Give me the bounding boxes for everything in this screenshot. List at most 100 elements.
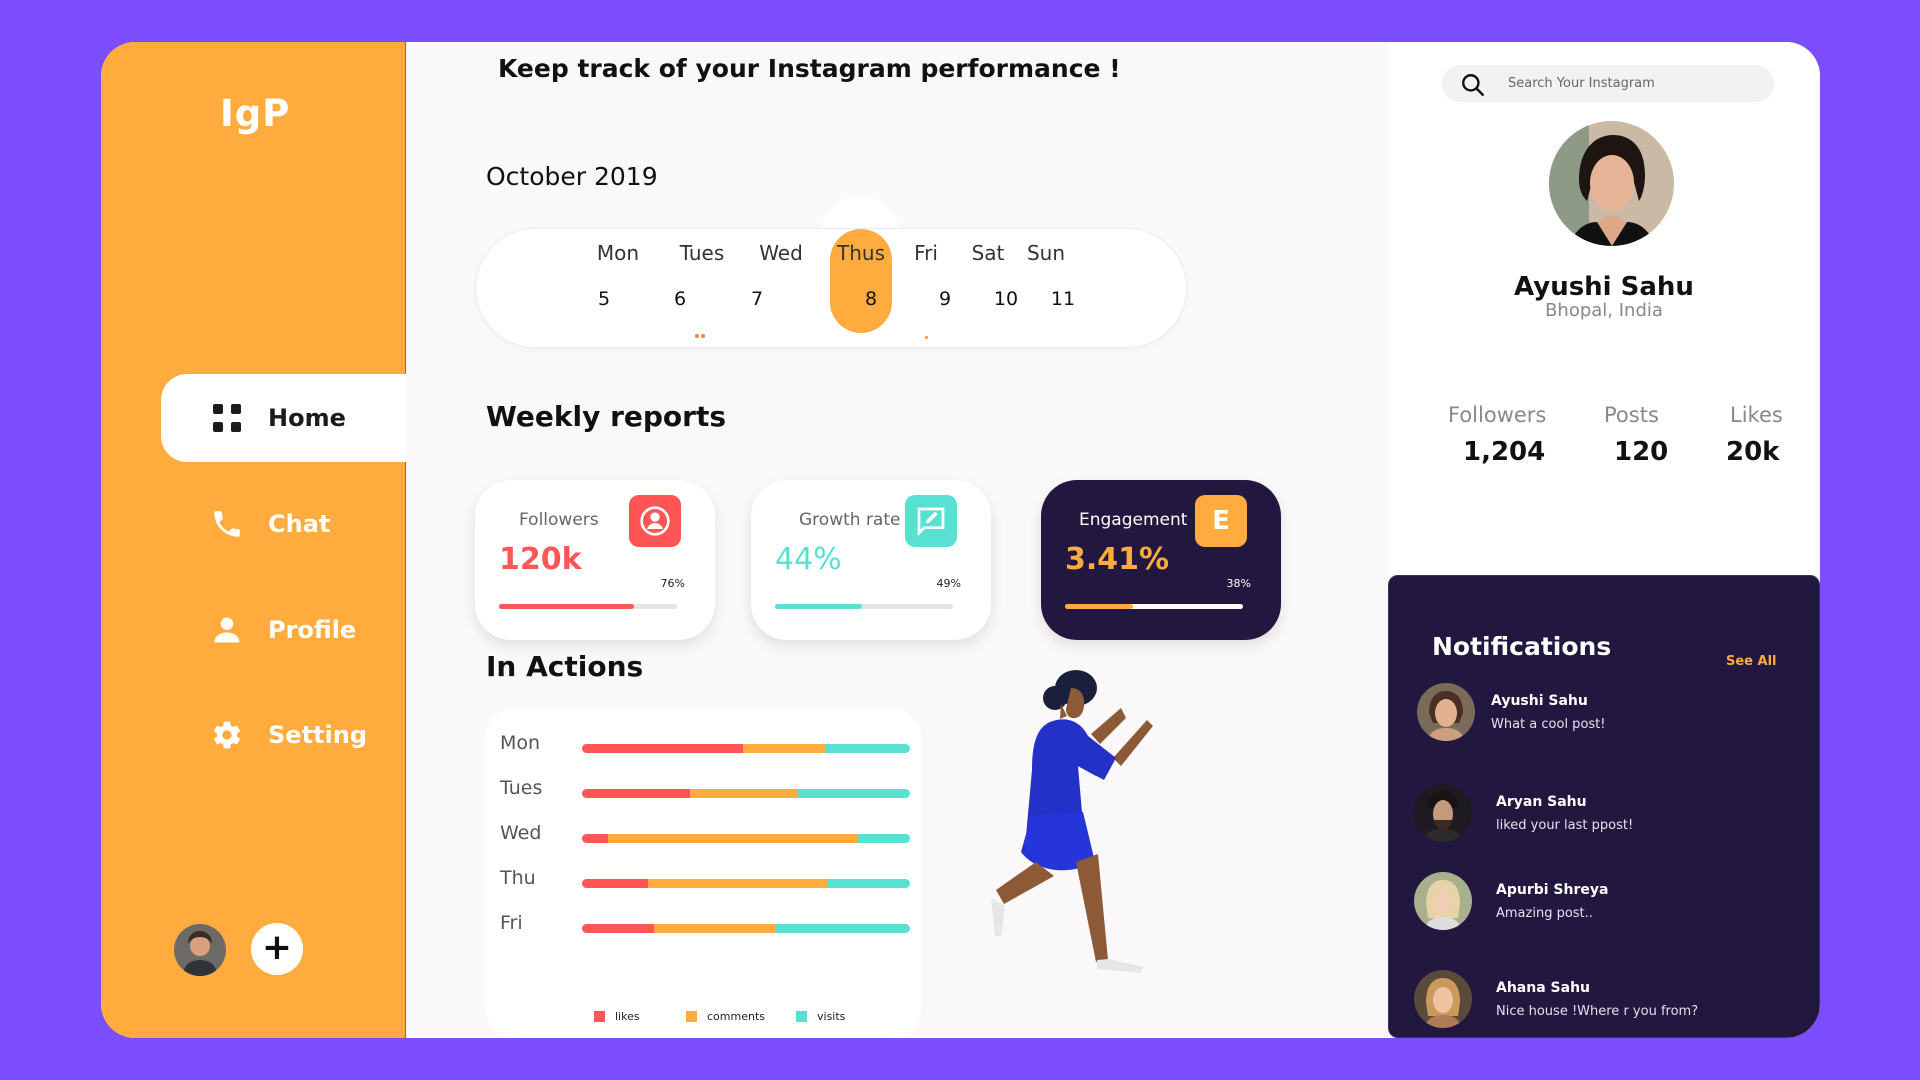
action-bar xyxy=(582,744,910,753)
day-number[interactable]: 8 xyxy=(851,288,891,310)
bar-segment-visits xyxy=(824,744,910,753)
day-number[interactable]: 9 xyxy=(925,288,965,310)
card-percent: 38% xyxy=(1226,577,1251,590)
followers-card[interactable]: Followers 120k 76% xyxy=(475,480,715,640)
engagement-letter-icon: E xyxy=(1195,495,1247,547)
bar-segment-likes xyxy=(582,924,655,933)
in-actions-title: In Actions xyxy=(486,650,644,683)
card-percent: 76% xyxy=(660,577,685,590)
sidebar-item-label: Home xyxy=(268,404,346,432)
bar-segment-comments xyxy=(742,744,825,753)
sidebar-item-setting[interactable]: Setting xyxy=(161,691,406,779)
stat-value-posts: 120 xyxy=(1614,437,1669,467)
legend-comments: comments xyxy=(686,1010,765,1023)
action-day-label: Tues xyxy=(500,777,543,799)
profile-photo[interactable] xyxy=(1549,121,1674,246)
progress-track xyxy=(499,604,677,609)
sidebar-item-label: Chat xyxy=(268,510,331,538)
profile-panel: Ayushi Sahu Bhopal, India Followers 1,20… xyxy=(1388,42,1820,1038)
sidebar: IgP Home Chat Profile Setting + xyxy=(101,42,406,1038)
day-label[interactable]: Mon xyxy=(583,241,653,265)
progress-fill xyxy=(499,604,635,609)
gear-icon xyxy=(209,717,245,753)
notification-item[interactable]: Ahana Sahu Nice house !Where r you from? xyxy=(1414,970,1814,1030)
app-logo[interactable]: IgP xyxy=(220,92,290,135)
stat-value-followers: 1,204 xyxy=(1463,437,1546,467)
progress-fill xyxy=(1065,604,1133,609)
search-input[interactable] xyxy=(1508,70,1758,97)
in-actions-chart: Mon Tues Wed Thu Fri likes comments visits xyxy=(486,708,921,1038)
user-badge-icon xyxy=(629,495,681,547)
sidebar-item-profile[interactable]: Profile xyxy=(161,586,406,674)
bar-segment-comments xyxy=(690,789,799,798)
notification-message: liked your last ppost! xyxy=(1496,818,1634,833)
see-all-link[interactable]: See All xyxy=(1726,654,1777,669)
progress-fill xyxy=(775,604,863,609)
notification-name: Ayushi Sahu xyxy=(1491,693,1588,709)
stat-label-posts: Posts xyxy=(1604,403,1659,427)
card-value: 120k xyxy=(499,542,582,577)
sidebar-item-label: Profile xyxy=(268,616,357,644)
avatar xyxy=(1417,683,1475,741)
day-label[interactable]: Thus xyxy=(826,241,896,265)
bar-segment-comments xyxy=(654,924,776,933)
bar-segment-visits xyxy=(775,924,910,933)
legend-label: likes xyxy=(615,1010,640,1023)
action-day-label: Fri xyxy=(500,912,523,934)
bar-segment-visits xyxy=(827,879,910,888)
user-icon xyxy=(209,612,245,648)
legend-swatch xyxy=(686,1011,697,1022)
day-label[interactable]: Sun xyxy=(1011,241,1081,265)
notification-item[interactable]: Apurbi Shreya Amazing post.. xyxy=(1414,872,1814,932)
card-value: 3.41% xyxy=(1065,542,1170,577)
day-number[interactable]: 7 xyxy=(737,288,777,310)
calendar-month: October 2019 xyxy=(486,162,658,191)
bar-segment-comments xyxy=(608,834,858,843)
day-number[interactable]: 11 xyxy=(1043,288,1083,310)
avatar xyxy=(1414,872,1472,930)
avatar xyxy=(1414,970,1472,1028)
day-number[interactable]: 6 xyxy=(660,288,700,310)
weekly-reports-title: Weekly reports xyxy=(486,400,727,433)
engagement-card[interactable]: Engagement 3.41% 38% E xyxy=(1041,480,1281,640)
action-day-label: Thu xyxy=(500,867,536,889)
card-percent: 49% xyxy=(936,577,961,590)
action-day-label: Mon xyxy=(500,732,541,754)
bar-segment-likes xyxy=(582,834,609,843)
day-number[interactable]: 10 xyxy=(986,288,1026,310)
day-label[interactable]: Wed xyxy=(746,241,816,265)
phone-icon xyxy=(209,506,245,542)
day-label[interactable]: Tues xyxy=(667,241,737,265)
card-label: Followers xyxy=(519,510,599,530)
progress-track xyxy=(775,604,953,609)
event-dot xyxy=(925,336,928,339)
sidebar-item-chat[interactable]: Chat xyxy=(161,480,406,568)
grid-icon xyxy=(209,400,245,436)
search-icon[interactable] xyxy=(1460,72,1486,98)
notification-name: Ahana Sahu xyxy=(1496,980,1591,996)
page-title: Keep track of your Instagram performance… xyxy=(498,54,1121,83)
sidebar-item-home[interactable]: Home xyxy=(161,374,406,462)
action-bar xyxy=(582,789,910,798)
progress-track xyxy=(1065,604,1243,609)
notification-item[interactable]: Aryan Sahu liked your last ppost! xyxy=(1414,784,1814,844)
notifications-title: Notifications xyxy=(1432,632,1612,661)
day-number[interactable]: 5 xyxy=(584,288,624,310)
card-label: Growth rate xyxy=(799,510,901,530)
event-dot xyxy=(701,334,705,338)
card-value: 44% xyxy=(775,542,842,577)
add-button[interactable]: + xyxy=(251,923,303,975)
stat-value-likes: 20k xyxy=(1726,437,1780,467)
sidebar-item-label: Setting xyxy=(268,721,367,749)
notification-item[interactable]: Ayushi Sahu What a cool post! xyxy=(1417,683,1817,743)
notification-name: Aryan Sahu xyxy=(1496,794,1587,810)
search-bar[interactable] xyxy=(1442,65,1774,102)
notifications-panel: Notifications See All Ayushi Sahu What a… xyxy=(1388,575,1820,1038)
day-label[interactable]: Fri xyxy=(891,241,961,265)
bar-segment-visits xyxy=(798,789,910,798)
notification-message: Amazing post.. xyxy=(1496,906,1593,921)
notification-message: Nice house !Where r you from? xyxy=(1496,1004,1699,1019)
bar-segment-visits xyxy=(857,834,910,843)
user-avatar[interactable] xyxy=(174,924,226,976)
growth-rate-card[interactable]: Growth rate 44% 49% xyxy=(751,480,991,640)
